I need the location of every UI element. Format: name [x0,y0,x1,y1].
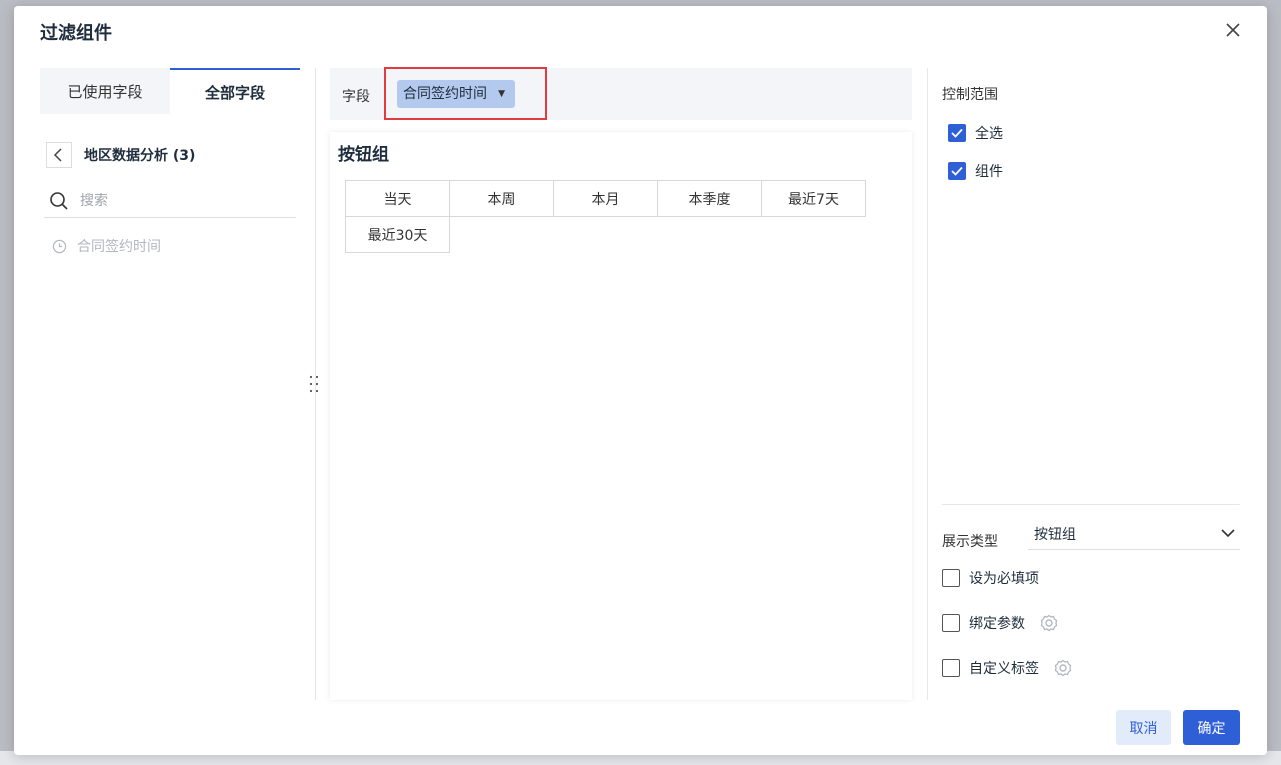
scope-component[interactable]: 组件 [948,161,1003,181]
confirm-button[interactable]: 确定 [1183,710,1240,745]
field-list-item-label: 合同签约时间 [77,239,161,255]
chevron-left-icon [53,148,62,162]
component-preview: 按钮组 当天 本周 本月 本季度 最近7天 最近30天 [330,132,912,700]
gear-icon[interactable] [1039,613,1059,633]
field-bar-label: 字段 [342,89,370,105]
required-option[interactable]: 设为必填项 [942,568,1039,588]
checkbox-checked-icon [948,162,966,180]
filter-component-dialog: 过滤组件 已使用字段 全部字段 地区数据分析 (3) 合同签约时间 [14,6,1267,755]
breadcrumb: 地区数据分析 (3) [46,142,195,168]
resize-handle[interactable] [308,374,320,394]
checkbox-unchecked-icon [942,659,960,677]
button-last-7-days[interactable]: 最近7天 [761,180,866,217]
search-input[interactable] [80,192,280,209]
field-search [44,184,296,218]
chevron-down-icon [1221,529,1235,538]
checkbox-unchecked-icon [942,569,960,587]
panel-divider [927,68,928,700]
button-this-quarter[interactable]: 本季度 [657,180,762,217]
required-option-label: 设为必填项 [969,571,1039,587]
tab-all-fields[interactable]: 全部字段 [170,68,300,114]
drag-dots-icon [309,375,319,393]
button-group: 当天 本周 本月 本季度 最近7天 最近30天 [345,180,875,253]
scope-select-all[interactable]: 全选 [948,123,1003,143]
dialog-header: 过滤组件 [14,6,1267,54]
scope-component-label: 组件 [975,164,1003,180]
bind-parameter-label: 绑定参数 [969,616,1025,632]
button-last-30-days[interactable]: 最近30天 [345,216,450,253]
display-type-label: 展示类型 [942,534,998,550]
gear-icon[interactable] [1053,658,1073,678]
close-button[interactable] [1221,18,1245,42]
section-divider [942,504,1240,505]
custom-label-label: 自定义标签 [969,661,1039,677]
search-icon [50,191,68,210]
custom-label-option[interactable]: 自定义标签 [942,658,1073,678]
display-type-select[interactable]: 按钮组 [1028,516,1240,550]
settings-panel: 控制范围 全选 组件 展示类型 按钮组 设为必填项 绑定参数 自定义标签 [942,68,1240,708]
display-type-value: 按钮组 [1034,527,1076,543]
dataset-title: 地区数据分析 (3) [84,148,196,164]
tab-used-fields[interactable]: 已使用字段 [40,68,170,114]
button-this-month[interactable]: 本月 [553,180,658,217]
cancel-button[interactable]: 取消 [1116,710,1171,745]
field-tabs: 已使用字段 全部字段 [40,68,300,114]
field-panel: 已使用字段 全部字段 地区数据分析 (3) 合同签约时间 [40,68,300,708]
checkbox-checked-icon [948,124,966,142]
highlight-annotation [384,67,547,120]
scope-select-all-label: 全选 [975,126,1003,142]
scope-title: 控制范围 [942,87,998,103]
checkbox-unchecked-icon [942,614,960,632]
button-today[interactable]: 当天 [345,180,450,217]
clock-icon [52,239,67,253]
button-this-week[interactable]: 本周 [449,180,554,217]
back-button[interactable] [46,142,72,168]
field-bar: 字段 合同签约时间 ▼ [330,67,912,120]
preview-panel: 字段 合同签约时间 ▼ 按钮组 当天 本周 本月 本季度 最近7天 最近30天 [330,67,912,700]
bind-parameter-option[interactable]: 绑定参数 [942,613,1059,633]
preview-title: 按钮组 [338,145,389,165]
field-list-item[interactable]: 合同签约时间 [52,236,161,256]
dialog-title: 过滤组件 [40,23,112,44]
close-icon [1226,23,1240,37]
